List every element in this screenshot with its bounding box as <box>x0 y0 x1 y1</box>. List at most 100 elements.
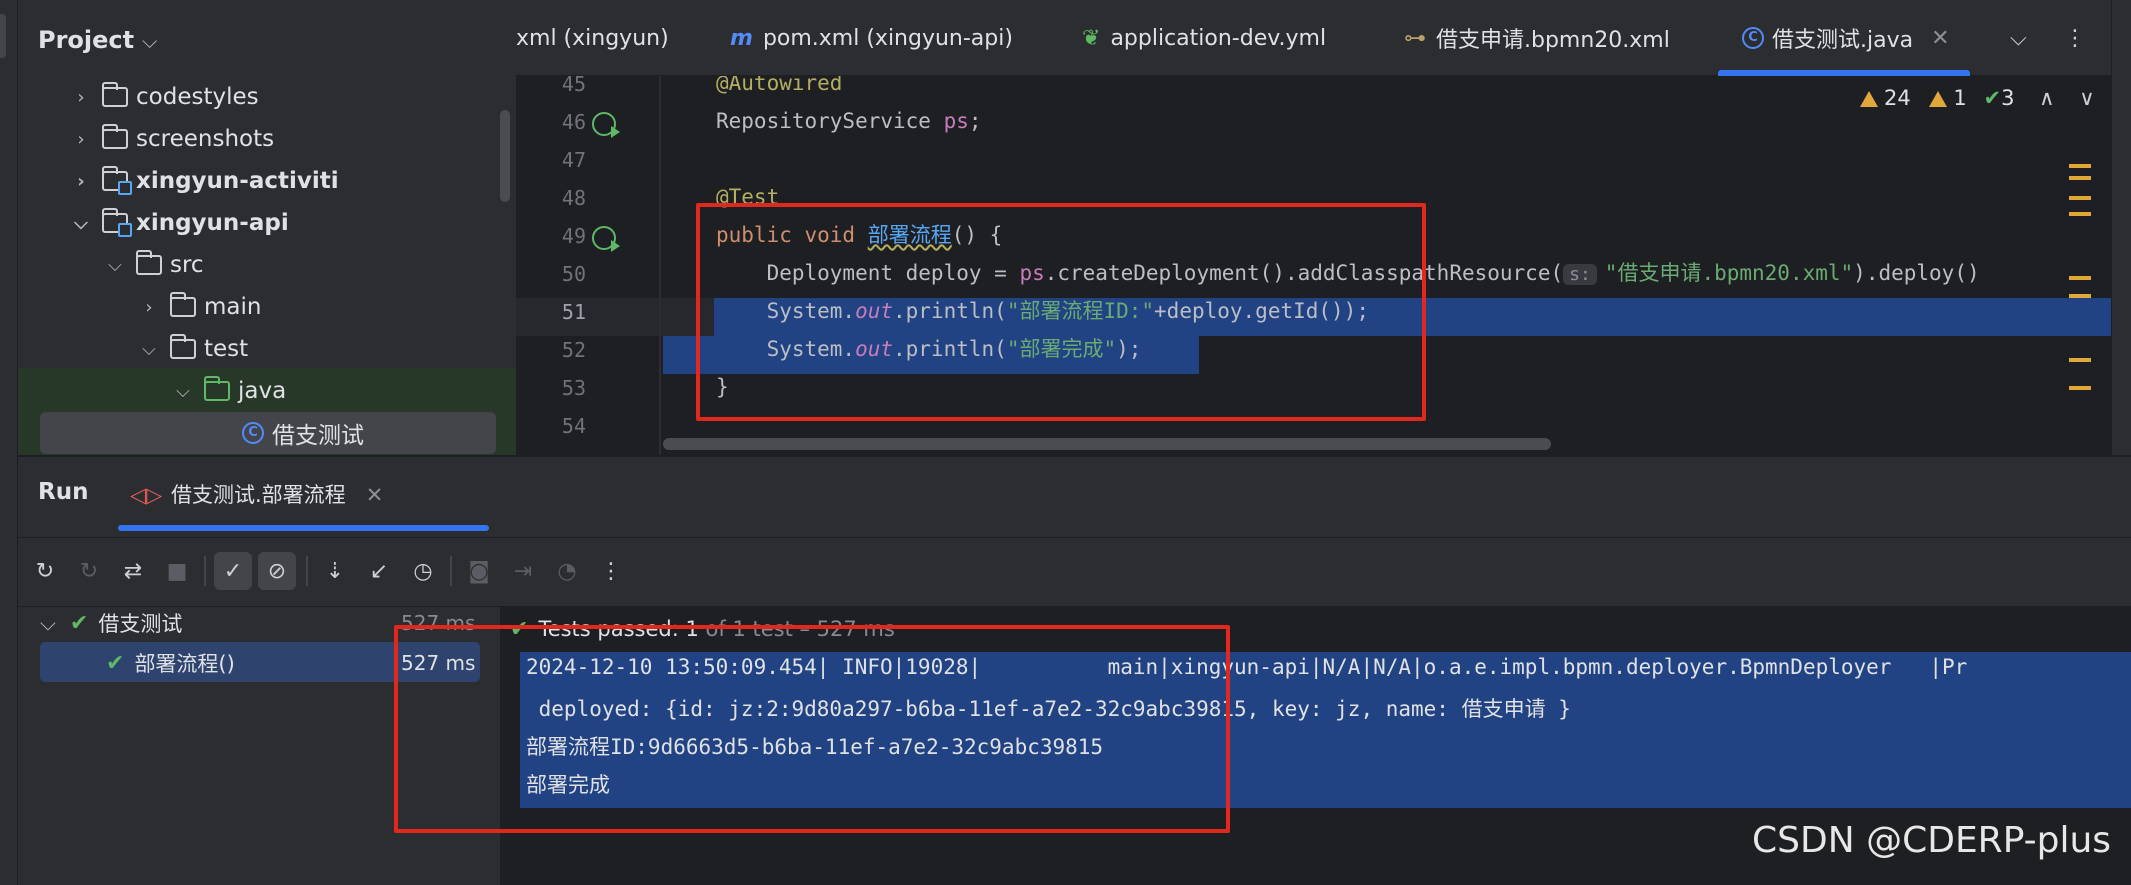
tree-item-main[interactable]: › main <box>138 286 261 328</box>
line-number: 45 <box>561 76 586 96</box>
line-number: 50 <box>561 262 586 286</box>
bpmn-diagram-icon: ⊶ <box>1404 25 1426 51</box>
toggle-auto-test-icon[interactable]: ⇄ <box>114 552 152 590</box>
line-number: 54 <box>561 414 586 438</box>
chevron-down-icon: ⌵ <box>142 29 158 53</box>
editor-tab-bar: xml (xingyun) m pom.xml (xingyun-api) ❦ ap… <box>516 0 2131 76</box>
line-number: 49 <box>561 224 586 248</box>
warning-stripe <box>2069 196 2091 200</box>
show-passed-icon[interactable]: ✓ <box>214 552 252 590</box>
watermark: CSDN @CDERP-plus <box>1752 820 2112 861</box>
next-highlight-icon[interactable]: ∨ <box>2079 86 2094 110</box>
project-tool-button[interactable] <box>0 14 6 58</box>
test-suite-row[interactable]: ⌵ ✔ 借支测试 <box>40 602 182 644</box>
tab-jiezhi-ceshi-java[interactable]: C 借支测试.java ✕ <box>1718 0 1970 76</box>
stop-icon[interactable]: ■ <box>158 552 196 590</box>
tree-item-screenshots[interactable]: › screenshots <box>70 118 274 160</box>
annotation-box-code <box>696 203 1426 421</box>
collapse-all-icon[interactable]: ↙ <box>360 552 398 590</box>
chevron-down-icon: ⌵ <box>40 610 56 635</box>
run-toolbar: ↻ ↻ ⇄ ■ ✓ ⊘ ⇣ ↙ ◷ ◙ ⇥ ◔ ⋮ <box>18 537 2131 607</box>
run-test-icon[interactable] <box>592 226 620 252</box>
chevron-down-icon: ⌵ <box>108 254 122 276</box>
camera-icon[interactable]: ◙ <box>460 552 498 590</box>
chevron-down-icon: ⌵ <box>176 380 190 402</box>
run-panel-title: Run <box>38 479 89 505</box>
warning-stripe <box>2069 386 2091 390</box>
test-run-config-icon: ◁▷ <box>130 483 163 507</box>
spring-leaf-icon: ❦ <box>1082 25 1101 51</box>
warning-icon <box>1860 91 1878 107</box>
warning-stripe <box>2069 294 2091 298</box>
folder-icon <box>102 82 128 107</box>
line-number: 52 <box>561 338 586 362</box>
tab-application-dev-yml[interactable]: ❦ application-dev.yml <box>1082 0 1326 76</box>
tree-item-src[interactable]: ⌵ src <box>104 244 204 286</box>
close-icon[interactable]: ✕ <box>1931 26 1949 51</box>
line-number: 48 <box>561 186 586 210</box>
tree-item-xingyun-api[interactable]: ⌵ xingyun-api <box>70 202 289 244</box>
line-number: 47 <box>561 148 586 172</box>
passed-check-icon: ✔ <box>69 610 89 636</box>
parameter-hint: s: <box>1563 264 1597 285</box>
rerun-failed-icon[interactable]: ↻ <box>70 552 108 590</box>
left-tool-strip <box>0 0 18 885</box>
test-folder-icon <box>204 376 230 401</box>
chevron-down-icon: ⌵ <box>2010 25 2027 51</box>
right-tool-strip <box>2111 0 2131 455</box>
tree-item-java[interactable]: ⌵ java <box>172 370 286 412</box>
class-icon: C <box>1742 27 1764 49</box>
module-folder-icon <box>102 208 132 237</box>
tree-item-codestyles[interactable]: › codestyles <box>70 76 259 118</box>
rerun-icon[interactable]: ↻ <box>26 552 64 590</box>
import-tests-icon[interactable]: ⇥ <box>504 552 542 590</box>
close-icon[interactable]: ✕ <box>366 483 384 507</box>
show-ignored-icon[interactable]: ⊘ <box>258 552 296 590</box>
project-scrollbar[interactable] <box>500 110 510 202</box>
chevron-right-icon: › <box>77 86 85 108</box>
toolbar-separator <box>306 556 308 586</box>
editor-gutter: 45 46 47 48 49 50 51 52 53 54 <box>516 76 661 455</box>
more-options-icon[interactable]: ⋮ <box>2064 0 2086 76</box>
coverage-gauge-icon[interactable]: ◔ <box>548 552 586 590</box>
previous-highlight-icon[interactable]: ∧ <box>2039 86 2054 110</box>
warning-stripe <box>2069 212 2091 216</box>
warning-stripe <box>2069 358 2091 362</box>
editor-horizontal-scrollbar[interactable] <box>663 438 1551 450</box>
module-folder-icon <box>102 166 132 195</box>
gutter-separator <box>659 76 661 455</box>
tab-list-dropdown[interactable]: ⌵ <box>2010 0 2027 76</box>
navigate-to-bean-icon[interactable] <box>592 112 620 138</box>
chevron-right-icon: › <box>145 296 153 318</box>
folder-icon <box>170 334 196 359</box>
tree-item-test-class[interactable]: C 借支测试 <box>242 412 364 454</box>
code-line: RepositoryService ps; <box>716 109 982 133</box>
tab-xml-xingyun[interactable]: xml (xingyun) <box>516 0 669 76</box>
test-history-icon[interactable]: ◷ <box>404 552 442 590</box>
code-line: @Autowired <box>716 76 843 95</box>
project-panel-header[interactable]: Project ⌵ <box>38 26 157 54</box>
maven-icon: m <box>730 25 753 51</box>
weak-warning-icon <box>1929 91 1948 107</box>
passed-check-icon: ✔ <box>106 650 125 676</box>
more-options-icon[interactable]: ⋮ <box>592 552 630 590</box>
class-icon: C <box>242 422 264 444</box>
toolbar-separator <box>204 556 206 586</box>
inspection-widget[interactable]: 24 1 ✔3 ∧ ∨ <box>1860 86 2095 110</box>
typo-check-icon: ✔ <box>1983 86 2002 110</box>
line-number: 46 <box>561 110 586 134</box>
sort-icon[interactable]: ⇣ <box>316 552 354 590</box>
chevron-right-icon: › <box>77 170 85 192</box>
line-number: 51 <box>561 300 586 324</box>
run-tab-bar: Run ◁▷ 借支测试.部署流程 ✕ <box>18 457 2131 531</box>
folder-icon <box>102 124 128 149</box>
run-tab-test[interactable]: ◁▷ 借支测试.部署流程 ✕ <box>117 479 490 531</box>
test-method-row[interactable]: ✔ 部署流程() <box>106 642 235 684</box>
project-panel: Project ⌵ › codestyles › screenshots › xingy… <box>18 0 516 455</box>
tree-item-xingyun-activiti[interactable]: › xingyun-activiti <box>70 160 339 202</box>
chevron-down-icon: ⌵ <box>142 338 156 360</box>
warning-stripe <box>2069 176 2091 180</box>
tree-item-test[interactable]: ⌵ test <box>138 328 248 370</box>
tab-bpmn-xml[interactable]: ⊶ 借支申请.bpmn20.xml <box>1404 0 1670 76</box>
tab-pom-xml[interactable]: m pom.xml (xingyun-api) <box>730 0 1013 76</box>
